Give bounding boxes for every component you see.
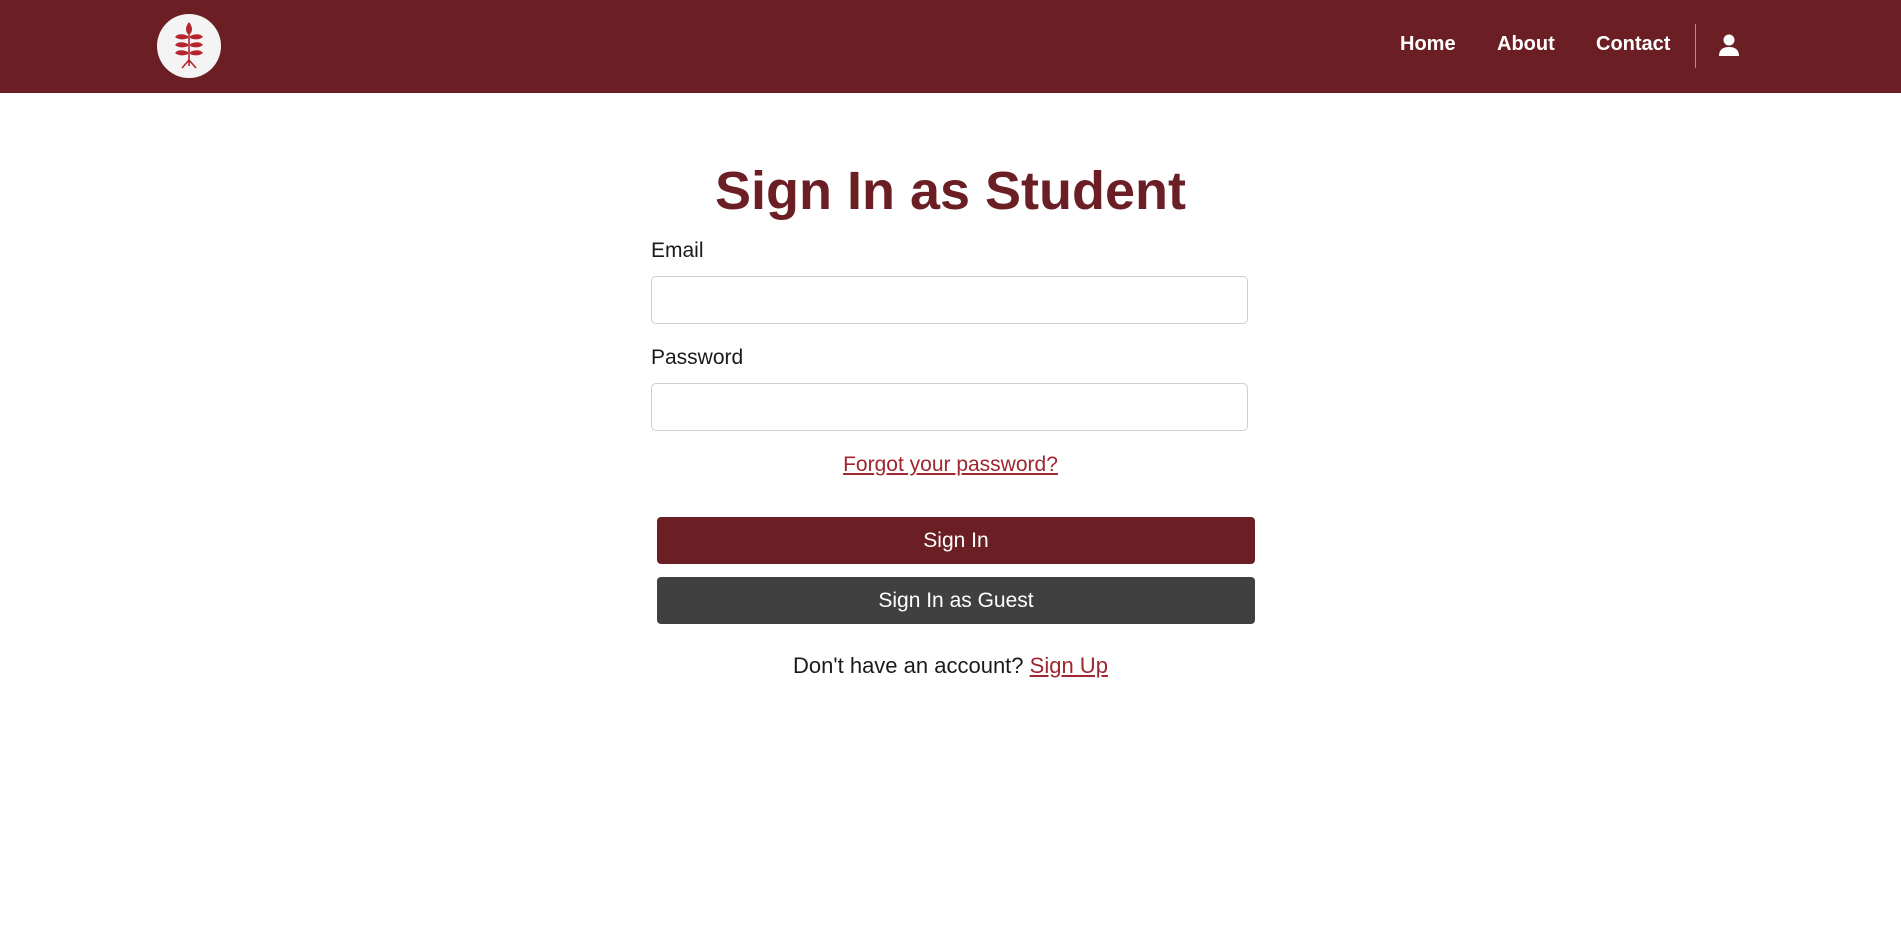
home-logo[interactable] — [157, 14, 221, 78]
signup-prompt-row: Don't have an account? Sign Up — [0, 653, 1901, 679]
sign-in-button[interactable]: Sign In — [657, 517, 1255, 564]
top-navbar: Home About Contact — [0, 0, 1901, 93]
email-label: Email — [651, 239, 704, 262]
nav-contact-link[interactable]: Contact — [1596, 33, 1670, 56]
password-label: Password — [651, 346, 744, 369]
nav-divider — [1695, 24, 1696, 68]
sign-up-link[interactable]: Sign Up — [1030, 653, 1108, 678]
nav-about-link[interactable]: About — [1497, 33, 1555, 56]
password-field[interactable] — [651, 383, 1248, 431]
sign-in-guest-button[interactable]: Sign In as Guest — [657, 577, 1255, 624]
nav-home-link[interactable]: Home — [1400, 33, 1456, 56]
wheat-leaf-icon — [175, 22, 203, 69]
forgot-password-row: Forgot your password? — [0, 453, 1901, 477]
account-button[interactable] — [1716, 32, 1742, 58]
signup-prompt-text: Don't have an account? — [793, 653, 1024, 678]
page-title: Sign In as Student — [714, 161, 1187, 221]
forgot-password-link[interactable]: Forgot your password? — [843, 453, 1058, 476]
user-icon — [1719, 34, 1739, 56]
email-field[interactable] — [651, 276, 1248, 324]
